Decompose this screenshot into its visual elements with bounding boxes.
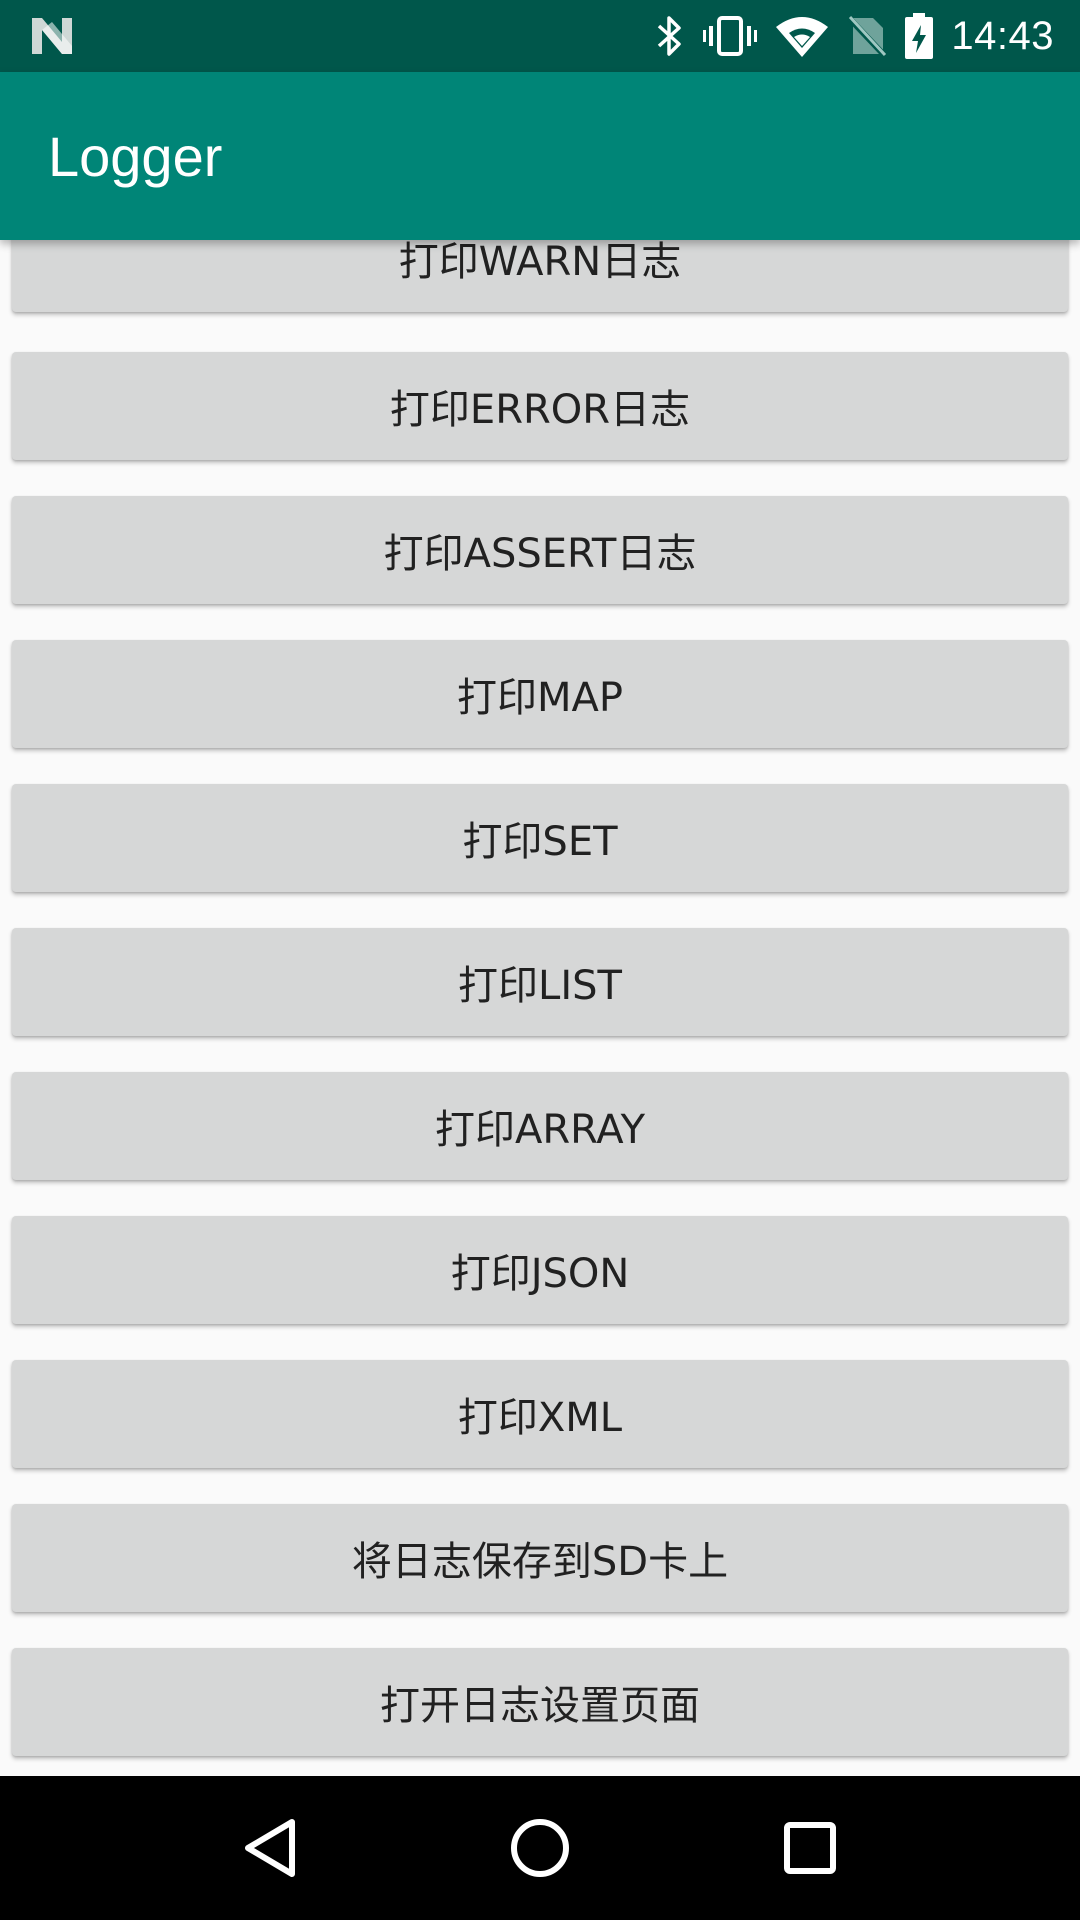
print-error-log-button[interactable]: 打印ERROR日志 (12, 352, 1068, 460)
battery-charging-icon (905, 13, 934, 59)
print-warn-log-button[interactable]: 打印WARN日志 (12, 240, 1068, 312)
print-map-button[interactable]: 打印MAP (12, 640, 1068, 748)
home-icon[interactable] (504, 1812, 576, 1884)
status-icons: 14:43 (655, 0, 1054, 72)
print-xml-button[interactable]: 打印XML (12, 1360, 1068, 1468)
print-json-button[interactable]: 打印JSON (12, 1216, 1068, 1324)
status-time: 14:43 (951, 13, 1054, 58)
notification-n-icon (30, 16, 74, 56)
print-assert-log-button[interactable]: 打印ASSERT日志 (12, 496, 1068, 604)
open-log-settings-button[interactable]: 打开日志设置页面 (12, 1648, 1068, 1756)
navigation-bar (0, 1776, 1080, 1920)
status-bar: 14:43 (0, 0, 1080, 72)
recents-icon[interactable] (774, 1812, 846, 1884)
screen: 14:43 Logger 打印WARN日志 打印ERROR日志 打印ASSERT… (0, 0, 1080, 1920)
print-array-button[interactable]: 打印ARRAY (12, 1072, 1068, 1180)
vibrate-icon (703, 14, 758, 58)
back-icon[interactable] (234, 1812, 306, 1884)
app-title: Logger (48, 125, 223, 188)
no-sim-icon (847, 14, 888, 58)
app-bar: Logger (0, 72, 1080, 240)
wifi-icon (775, 15, 829, 57)
bluetooth-icon (655, 14, 685, 58)
save-log-to-sd-button[interactable]: 将日志保存到SD卡上 (12, 1504, 1068, 1612)
print-list-button[interactable]: 打印LIST (12, 928, 1068, 1036)
button-list[interactable]: 打印WARN日志 打印ERROR日志 打印ASSERT日志 打印MAP 打印SE… (0, 240, 1080, 1776)
print-set-button[interactable]: 打印SET (12, 784, 1068, 892)
